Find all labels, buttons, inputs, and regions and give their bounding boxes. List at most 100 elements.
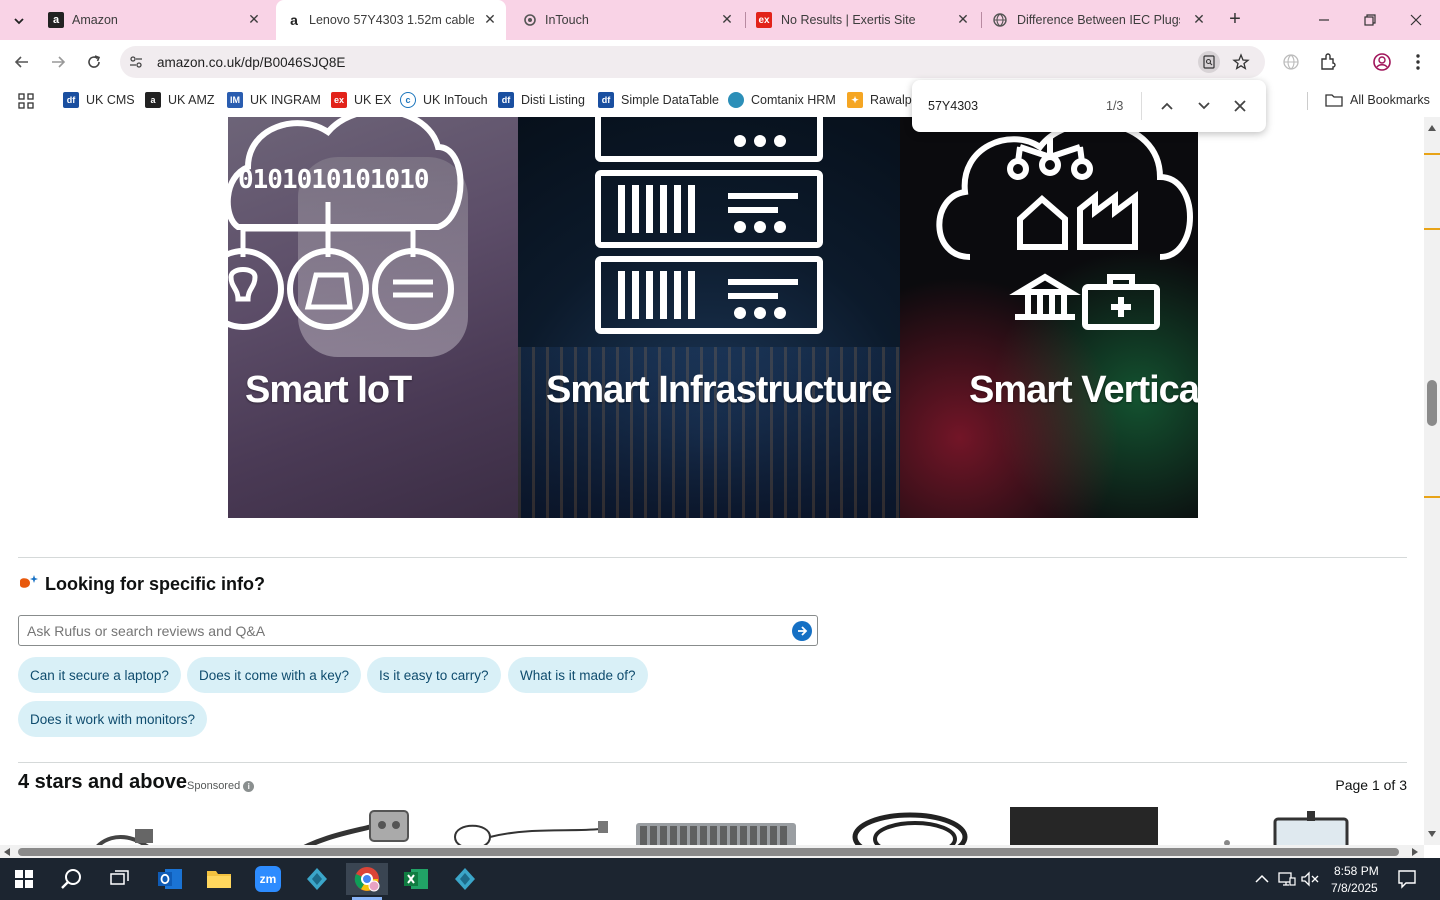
- taskbar-comtanix[interactable]: [301, 863, 333, 895]
- taskbar-comtanix-2[interactable]: [449, 863, 481, 895]
- exertis-icon: ex: [756, 12, 772, 28]
- folder-icon: [1325, 94, 1343, 107]
- bookmark-label: UK CMS: [86, 93, 135, 107]
- close-window-button[interactable]: [1406, 10, 1426, 30]
- restore-button[interactable]: [1360, 10, 1380, 30]
- find-input[interactable]: 57Y4303: [928, 99, 978, 113]
- site-info-icon[interactable]: [128, 54, 144, 70]
- comtanix-icon: [307, 868, 327, 890]
- taskbar-search-button[interactable]: [56, 863, 88, 895]
- scroll-marker: [1424, 228, 1440, 230]
- bookmark-rawalpi[interactable]: ✦ Rawalpi: [847, 92, 914, 108]
- bookmark-favicon-icon: df: [63, 92, 79, 108]
- bookmark-uk-intouch[interactable]: c UK InTouch: [400, 92, 488, 108]
- horizontal-scrollbar[interactable]: [0, 845, 1424, 858]
- volume-muted-icon[interactable]: [1301, 870, 1319, 888]
- close-tab-icon[interactable]: ✕: [955, 11, 971, 27]
- profile-icon[interactable]: [1372, 52, 1392, 72]
- bookmark-simple-datatable[interactable]: df Simple DataTable: [598, 92, 719, 108]
- banner-panel-infrastructure: Smart Infrastructure: [518, 117, 900, 518]
- carousel-title: 4 stars and above: [18, 771, 187, 793]
- clock-date[interactable]: 7/8/2025: [1331, 881, 1378, 895]
- amazon-icon: a: [48, 12, 64, 28]
- windows-logo-icon: [15, 870, 33, 888]
- globe-icon: [992, 12, 1008, 28]
- bookmark-uk-ingram[interactable]: IM UK INGRAM: [227, 92, 321, 108]
- vertical-scrollbar[interactable]: [1424, 117, 1440, 845]
- rufus-sparkle-icon: [18, 573, 40, 595]
- reload-icon: [88, 55, 101, 68]
- network-icon[interactable]: [1278, 870, 1296, 888]
- all-bookmarks-button[interactable]: All Bookmarks: [1325, 92, 1430, 108]
- back-button[interactable]: [8, 48, 36, 76]
- scroll-right-arrow-icon[interactable]: [1412, 848, 1418, 856]
- taskbar-outlook[interactable]: [154, 863, 186, 895]
- tab-iec-plugs[interactable]: Difference Between IEC Plugs C ✕: [982, 0, 1214, 40]
- tab-lenovo-active[interactable]: a Lenovo 57Y4303 1.52m cable lo ✕: [276, 0, 506, 40]
- scroll-up-arrow-icon[interactable]: [1428, 125, 1436, 131]
- bookmark-uk-ex[interactable]: ex UK EX: [331, 92, 392, 108]
- find-close-button[interactable]: [1228, 94, 1252, 118]
- rufus-chip-easy-to-carry[interactable]: Is it easy to carry?: [367, 657, 501, 693]
- tab-exertis[interactable]: ex No Results | Exertis Site ✕: [746, 0, 980, 40]
- bookmark-favicon-icon: df: [598, 92, 614, 108]
- rufus-chip-come-with-key[interactable]: Does it come with a key?: [187, 657, 362, 693]
- scroll-down-arrow-icon[interactable]: [1428, 831, 1436, 837]
- task-view-button[interactable]: [104, 863, 136, 895]
- find-previous-button[interactable]: [1155, 94, 1179, 118]
- taskbar-zoom[interactable]: zm: [252, 863, 284, 895]
- find-next-button[interactable]: [1192, 94, 1216, 118]
- bookmark-disti-listing[interactable]: df Disti Listing: [498, 92, 585, 108]
- tab-amazon[interactable]: a Amazon ✕: [0, 0, 272, 40]
- bookmark-favicon-icon: IM: [227, 92, 243, 108]
- info-icon[interactable]: i: [243, 780, 255, 792]
- sponsored-text: Sponsored: [187, 780, 241, 792]
- close-tab-icon[interactable]: ✕: [246, 11, 262, 27]
- close-tab-icon[interactable]: ✕: [719, 11, 735, 27]
- rufus-search-input[interactable]: [27, 623, 767, 639]
- notifications-button[interactable]: [1397, 869, 1417, 889]
- section-divider: [18, 557, 1407, 558]
- close-tab-icon[interactable]: ✕: [482, 11, 498, 27]
- apps-grid-icon[interactable]: [18, 93, 34, 109]
- find-in-page-icon[interactable]: [1198, 51, 1220, 73]
- find-separator: [1141, 92, 1142, 120]
- rufus-submit-button[interactable]: [792, 621, 812, 641]
- vertical-scroll-thumb[interactable]: [1427, 380, 1437, 426]
- bookmark-comtanix-hrm[interactable]: Comtanix HRM: [728, 92, 836, 108]
- close-tab-icon[interactable]: ✕: [1191, 11, 1207, 27]
- rufus-chip-secure-laptop[interactable]: Can it secure a laptop?: [18, 657, 181, 693]
- taskbar-chrome-active[interactable]: [346, 863, 388, 895]
- translate-icon[interactable]: [1282, 53, 1300, 71]
- rufus-chip-made-of[interactable]: What is it made of?: [508, 657, 648, 693]
- arrow-right-icon: [52, 56, 66, 68]
- windows-taskbar: zm 8:58 PM 7/8/2025: [0, 858, 1440, 900]
- rufus-search-box[interactable]: [18, 615, 818, 646]
- reload-button[interactable]: [80, 48, 108, 76]
- comtanix-icon: [455, 868, 475, 890]
- tab-intouch[interactable]: InTouch ✕: [510, 0, 742, 40]
- browser-menu-icon[interactable]: [1410, 52, 1426, 72]
- address-bar[interactable]: amazon.co.uk/dp/B0046SJQ8E: [120, 46, 1265, 78]
- new-tab-button[interactable]: +: [1224, 9, 1246, 31]
- taskbar-file-explorer[interactable]: [203, 863, 235, 895]
- find-bar: 57Y4303 1/3: [912, 80, 1266, 132]
- extensions-icon[interactable]: [1318, 52, 1338, 72]
- banner-label-iot: Smart IoT: [245, 369, 412, 411]
- chevron-up-icon: [1255, 874, 1269, 883]
- show-hidden-icons-button[interactable]: [1254, 871, 1270, 887]
- sponsored-label[interactable]: Sponsored i: [187, 780, 255, 792]
- minimize-button[interactable]: [1314, 10, 1334, 30]
- url-text[interactable]: amazon.co.uk/dp/B0046SJQ8E: [157, 55, 345, 70]
- clock-time[interactable]: 8:58 PM: [1334, 864, 1379, 878]
- horizontal-scroll-thumb[interactable]: [18, 848, 1399, 856]
- bookmark-uk-cms[interactable]: df UK CMS: [63, 92, 135, 108]
- chevron-up-icon: [1161, 102, 1173, 110]
- taskbar-excel[interactable]: [400, 863, 432, 895]
- bookmark-uk-amz[interactable]: a UK AMZ: [145, 92, 215, 108]
- start-button[interactable]: [8, 863, 40, 895]
- forward-button[interactable]: [44, 48, 72, 76]
- rufus-chip-work-with-monitors[interactable]: Does it work with monitors?: [18, 701, 208, 737]
- bookmark-star-icon[interactable]: [1232, 53, 1250, 71]
- scroll-left-arrow-icon[interactable]: [4, 848, 10, 856]
